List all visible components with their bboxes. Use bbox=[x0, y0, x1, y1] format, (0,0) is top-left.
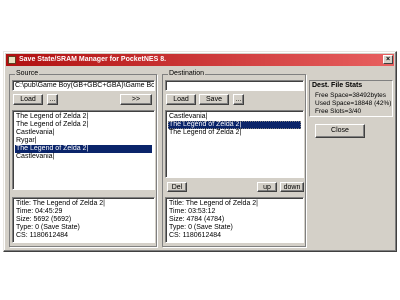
source-list[interactable]: The Legend of Zelda 2| The Legend of Zel… bbox=[12, 110, 155, 190]
destination-list-item[interactable]: The Legend of Zelda 2| bbox=[168, 129, 301, 137]
source-list-item[interactable]: Rygar| bbox=[15, 137, 152, 145]
source-list-item[interactable]: The Legend of Zelda 2| bbox=[15, 113, 152, 121]
window-close-button[interactable]: × bbox=[383, 55, 393, 64]
stats-header: Dest. File Stats bbox=[312, 82, 363, 89]
close-button[interactable]: Close bbox=[315, 124, 365, 138]
source-info-type: Type: 0 (Save State) bbox=[16, 224, 80, 231]
transfer-button[interactable]: >> bbox=[120, 94, 152, 105]
window-title: Save State/SRAM Manager for PocketNES 8. bbox=[19, 56, 167, 63]
destination-load-button[interactable]: Load bbox=[166, 94, 196, 105]
source-list-item[interactable]: The Legend of Zelda 2| bbox=[15, 145, 152, 153]
destination-info-size: Size: 4784 (4784) bbox=[169, 216, 225, 223]
destination-info-title: Title: The Legend of Zelda 2| bbox=[169, 200, 258, 207]
destination-browse-button[interactable]: ... bbox=[233, 94, 244, 105]
source-info-size: Size: 5692 (5692) bbox=[16, 216, 72, 223]
source-list-item[interactable]: Castlevania| bbox=[15, 129, 152, 137]
source-load-button[interactable]: Load bbox=[13, 94, 43, 105]
stats-free-space: Free Space=38492bytes bbox=[315, 92, 387, 99]
source-list-item[interactable]: The Legend of Zelda 2| bbox=[15, 121, 152, 129]
destination-list-item[interactable]: Castlevania| bbox=[168, 113, 301, 121]
stats-free-slots: Free Slots=3/40 bbox=[315, 108, 362, 115]
stats-used-space: Used Space=18848 (42%) bbox=[315, 100, 392, 107]
delete-button[interactable]: Del bbox=[167, 182, 187, 192]
source-info-title: Title: The Legend of Zelda 2| bbox=[16, 200, 105, 207]
app-icon bbox=[8, 56, 16, 64]
source-info-checksum: CS: 1180612484 bbox=[16, 232, 69, 239]
destination-list[interactable]: Castlevania| The Legend of Zelda 2| The … bbox=[165, 110, 304, 178]
source-browse-button[interactable]: ... bbox=[47, 94, 58, 105]
destination-info-type: Type: 0 (Save State) bbox=[169, 224, 233, 231]
destination-path-field[interactable] bbox=[165, 80, 304, 91]
destination-info-time: Time: 03:53:12 bbox=[169, 208, 216, 215]
move-up-button[interactable]: up bbox=[257, 182, 277, 192]
destination-save-button[interactable]: Save bbox=[199, 94, 229, 105]
destination-legend: Destination bbox=[168, 70, 206, 78]
source-path-field[interactable]: C:\pub\Game Boy(GB+GBC+GBA)\Game Boy bbox=[12, 80, 155, 91]
destination-info-panel: Title: The Legend of Zelda 2| Time: 03:5… bbox=[165, 197, 304, 243]
destination-info-checksum: CS: 1180612484 bbox=[169, 232, 222, 239]
destination-list-item[interactable]: The Legend of Zelda 2| bbox=[168, 121, 301, 129]
dest-file-stats-panel: Dest. File Stats Free Space=38492bytes U… bbox=[309, 80, 393, 117]
save-state-manager-window: Save State/SRAM Manager for PocketNES 8.… bbox=[3, 51, 397, 252]
source-legend: Source bbox=[15, 70, 40, 78]
source-path-text: C:\pub\Game Boy(GB+GBC+GBA)\Game Boy bbox=[15, 82, 155, 89]
title-bar[interactable]: Save State/SRAM Manager for PocketNES 8.… bbox=[6, 54, 394, 66]
source-info-panel: Title: The Legend of Zelda 2| Time: 04:4… bbox=[12, 197, 155, 243]
move-down-button[interactable]: down bbox=[280, 182, 304, 192]
source-info-time: Time: 04:45:29 bbox=[16, 208, 63, 215]
source-list-item[interactable]: Castlevania| bbox=[15, 153, 152, 161]
